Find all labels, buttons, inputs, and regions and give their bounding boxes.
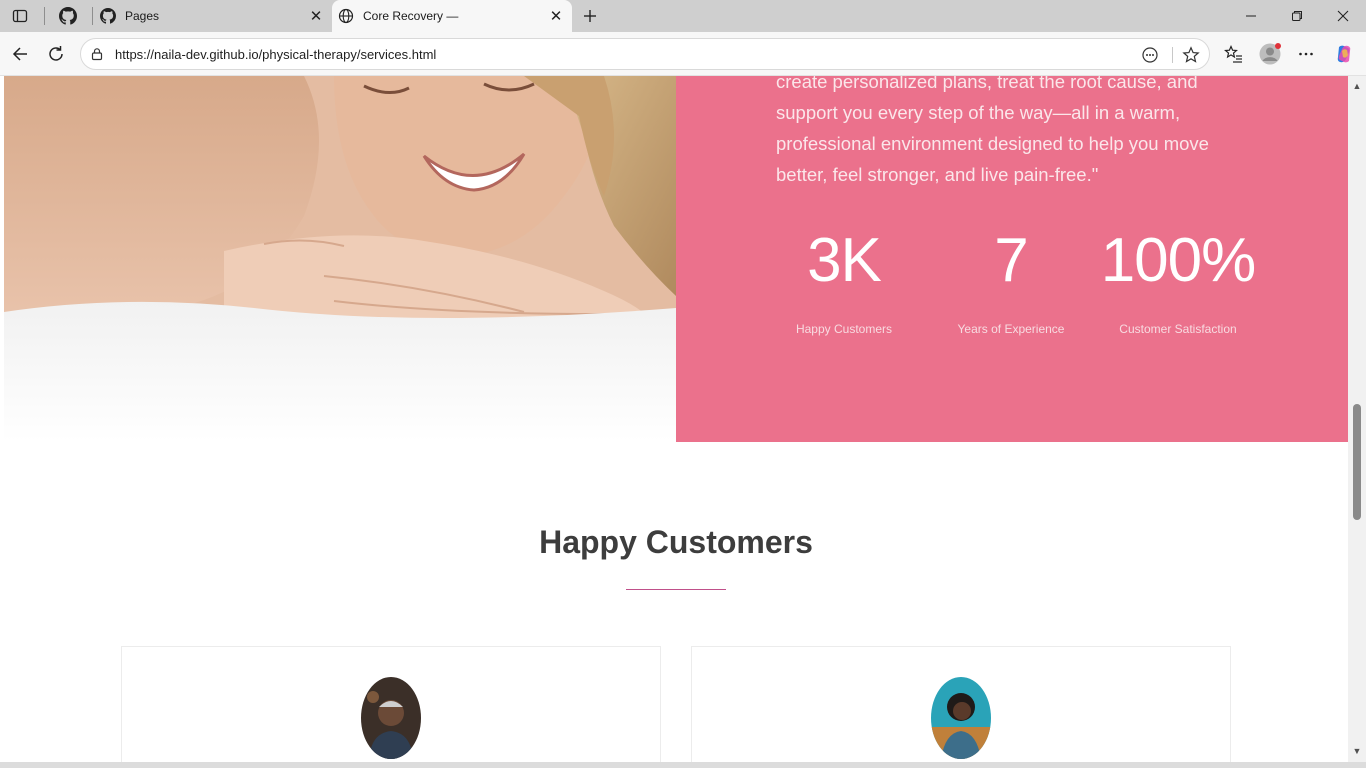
testimonial-card — [691, 646, 1231, 762]
stat-value: 3K — [807, 226, 882, 295]
favorite-star-icon[interactable] — [1180, 44, 1202, 66]
address-bar[interactable]: https://naila-dev.github.io/physical-the… — [80, 38, 1210, 70]
window-close-button[interactable] — [1320, 0, 1366, 32]
smiling-woman-photo — [4, 76, 676, 442]
profile-button[interactable] — [1256, 40, 1284, 68]
stat-customer-satisfaction: 100% Customer Satisfaction — [1093, 226, 1263, 336]
section-divider — [626, 589, 726, 590]
stat-value: 7 — [994, 226, 1028, 295]
new-tab-button[interactable] — [578, 4, 602, 28]
favorites-button[interactable] — [1220, 40, 1248, 68]
customer-avatar — [931, 677, 991, 759]
more-options-button[interactable] — [1292, 40, 1320, 68]
restore-button[interactable] — [1274, 0, 1320, 32]
tab-separator — [92, 7, 93, 25]
pinned-tab-github[interactable] — [54, 4, 82, 28]
testimonial-card — [121, 646, 661, 762]
scroll-up-arrow-icon[interactable]: ▲ — [1351, 80, 1363, 92]
back-arrow-icon — [12, 47, 27, 61]
minimize-button[interactable] — [1228, 0, 1274, 32]
github-icon — [100, 8, 116, 24]
page-viewport: create personalized plans, treat the roo… — [0, 76, 1348, 762]
address-divider — [1172, 47, 1173, 63]
refresh-button[interactable] — [42, 40, 70, 68]
customer-avatar — [361, 677, 421, 759]
about-panel: create personalized plans, treat the roo… — [676, 76, 1348, 442]
favorites-list-icon — [1224, 44, 1242, 63]
more-icon — [1299, 52, 1313, 56]
navigation-bar: https://naila-dev.github.io/physical-the… — [0, 32, 1366, 76]
tab-title: Core Recovery — — [363, 9, 459, 23]
copilot-button[interactable] — [1330, 40, 1358, 68]
globe-icon — [338, 8, 354, 24]
close-icon[interactable]: ✕ — [305, 5, 327, 27]
stat-happy-customers: 3K Happy Customers — [759, 226, 929, 336]
window-bottom-edge — [0, 762, 1366, 768]
sidebar-icon — [12, 9, 28, 23]
back-button[interactable] — [6, 40, 34, 68]
reading-view-icon[interactable] — [1139, 44, 1161, 66]
sidebar-toggle-button[interactable] — [6, 4, 34, 28]
copilot-icon — [1337, 45, 1351, 63]
stat-value: 100% — [1100, 226, 1257, 295]
restore-icon — [1292, 11, 1302, 21]
stat-label: Customer Satisfaction — [1119, 322, 1237, 336]
url-text[interactable]: https://naila-dev.github.io/physical-the… — [115, 47, 436, 62]
page-scrollbar[interactable]: ▲ ▼ — [1348, 76, 1366, 762]
plus-icon — [584, 10, 596, 22]
close-icon[interactable]: ✕ — [545, 5, 567, 27]
site-info-icon[interactable] — [89, 46, 105, 62]
tab-strip: Pages ✕ Core Recovery — ✕ — [0, 0, 1366, 32]
stat-label: Years of Experience — [957, 322, 1065, 336]
section-title: Happy Customers — [539, 524, 813, 560]
stat-label: Happy Customers — [795, 322, 893, 336]
scroll-down-arrow-icon[interactable]: ▼ — [1351, 745, 1363, 757]
scrollbar-thumb[interactable] — [1353, 404, 1361, 520]
avatar-icon — [1259, 43, 1281, 65]
github-icon — [59, 7, 77, 25]
tab-separator — [44, 7, 45, 25]
close-icon — [1337, 10, 1349, 22]
tab-pages[interactable]: Pages ✕ — [94, 0, 332, 32]
tab-core-recovery[interactable]: Core Recovery — ✕ — [332, 0, 572, 32]
minimize-icon — [1246, 15, 1256, 17]
about-quote: create personalized plans, treat the roo… — [776, 76, 1209, 185]
stat-years-experience: 7 Years of Experience — [926, 226, 1096, 336]
tab-title: Pages — [125, 9, 160, 23]
refresh-icon — [49, 46, 63, 61]
